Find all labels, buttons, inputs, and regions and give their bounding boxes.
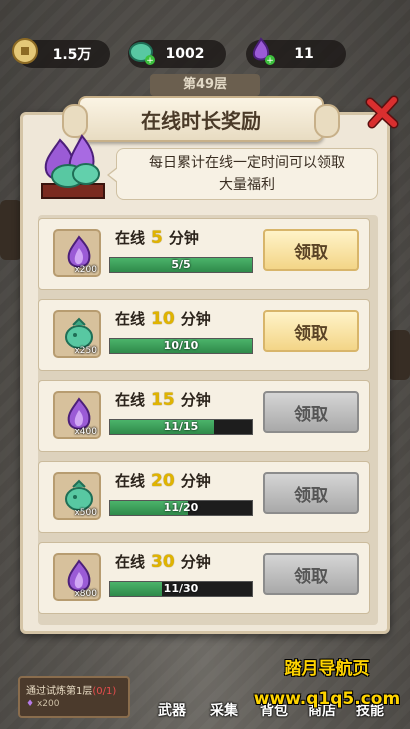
task-reward-icon: ♦	[26, 699, 35, 709]
reward-row: x250 在线 10 分钟 10/10 领取	[38, 299, 370, 371]
reward-bundle-icon	[41, 134, 105, 199]
reward-row: x200 在线 5 分钟 5/5 领取	[38, 218, 370, 290]
progress-text: 11/30	[163, 582, 199, 595]
gold-coin-icon	[12, 38, 38, 64]
progress-text: 11/15	[163, 420, 199, 433]
bottom-task-card[interactable]: 通过试炼第1层(0/1) ♦ x200	[18, 676, 130, 718]
requirement-minutes: 5	[151, 228, 163, 248]
requirement-minutes: 30	[151, 552, 175, 572]
svg-text:+: +	[266, 56, 274, 66]
resource-bar: 1.5万 1002 + 11 +	[0, 37, 410, 70]
requirement-suffix: 分钟	[180, 391, 211, 409]
reward-requirement: 在线 20 分钟	[115, 470, 211, 491]
requirement-suffix: 分钟	[180, 472, 211, 490]
reward-item-slot[interactable]: x800	[53, 553, 101, 601]
gold-amount: 1.5万	[52, 47, 92, 63]
watermark: 踏月导航页 www.q1q5.com	[252, 654, 402, 714]
requirement-prefix: 在线	[115, 229, 146, 247]
reward-quantity: x800	[74, 589, 97, 599]
requirement-minutes: 15	[151, 390, 175, 410]
reward-item-slot[interactable]: x250	[53, 310, 101, 358]
watermark-line-2: www.q1q5.com	[253, 689, 401, 709]
reward-quantity: x400	[74, 427, 97, 437]
tip-bubble: 每日累计在线一定时间可以领取 大量福利	[107, 148, 378, 200]
requirement-prefix: 在线	[115, 472, 146, 490]
progress-text: 11/20	[163, 501, 199, 514]
requirement-suffix: 分钟	[168, 229, 199, 247]
reward-row: x500 在线 20 分钟 11/20 领取	[38, 461, 370, 533]
progress-bar: 11/15	[109, 419, 253, 435]
panel-title: 在线时长奖励	[62, 96, 340, 142]
requirement-minutes: 10	[151, 309, 175, 329]
claim-button[interactable]: 领取	[263, 553, 359, 595]
green-crystal-icon[interactable]: +	[124, 34, 158, 68]
purple-flame-amount: 11	[294, 46, 314, 62]
svg-text:+: +	[146, 56, 154, 66]
claim-button[interactable]: 领取	[263, 229, 359, 271]
tip-line-1: 每日累计在线一定时间可以领取	[149, 155, 345, 171]
claim-button[interactable]: 领取	[263, 391, 359, 433]
requirement-minutes: 20	[151, 471, 175, 491]
reward-quantity: x250	[74, 346, 97, 356]
requirement-prefix: 在线	[115, 310, 146, 328]
green-crystal-amount: 1002	[165, 46, 205, 62]
progress-text: 10/10	[163, 339, 199, 352]
nav-weapon[interactable]: 武器	[158, 700, 186, 720]
requirement-prefix: 在线	[115, 391, 146, 409]
progress-text: 5/5	[171, 258, 191, 271]
nav-gather[interactable]: 采集	[210, 700, 238, 720]
watermark-line-1: 踏月导航页	[284, 659, 370, 679]
reward-item-slot[interactable]: x400	[53, 391, 101, 439]
reward-requirement: 在线 30 分钟	[115, 551, 211, 572]
reward-quantity: x200	[74, 265, 97, 275]
claim-button[interactable]: 领取	[263, 310, 359, 352]
task-progress: (0/1)	[92, 686, 117, 697]
progress-bar: 10/10	[109, 338, 253, 354]
reward-requirement: 在线 5 分钟	[115, 227, 199, 248]
tip-line-2: 大量福利	[219, 177, 275, 193]
requirement-suffix: 分钟	[180, 553, 211, 571]
progress-bar: 11/20	[109, 500, 253, 516]
reward-item-slot[interactable]: x200	[53, 229, 101, 277]
reward-requirement: 在线 15 分钟	[115, 389, 211, 410]
close-icon[interactable]	[364, 94, 402, 132]
requirement-prefix: 在线	[115, 553, 146, 571]
reward-row: x800 在线 30 分钟 11/30 领取	[38, 542, 370, 614]
progress-bar: 5/5	[109, 257, 253, 273]
claim-button[interactable]: 领取	[263, 472, 359, 514]
reward-quantity: x500	[74, 508, 97, 518]
requirement-suffix: 分钟	[180, 310, 211, 328]
reward-requirement: 在线 10 分钟	[115, 308, 211, 329]
progress-bar: 11/30	[109, 581, 253, 597]
floor-label: 第49层	[150, 74, 260, 96]
task-reward: x200	[36, 699, 60, 709]
purple-flame-icon[interactable]: +	[244, 34, 278, 68]
task-title: 通过试炼第1层	[26, 686, 93, 697]
reward-item-slot[interactable]: x500	[53, 472, 101, 520]
reward-row: x400 在线 15 分钟 11/15 领取	[38, 380, 370, 452]
